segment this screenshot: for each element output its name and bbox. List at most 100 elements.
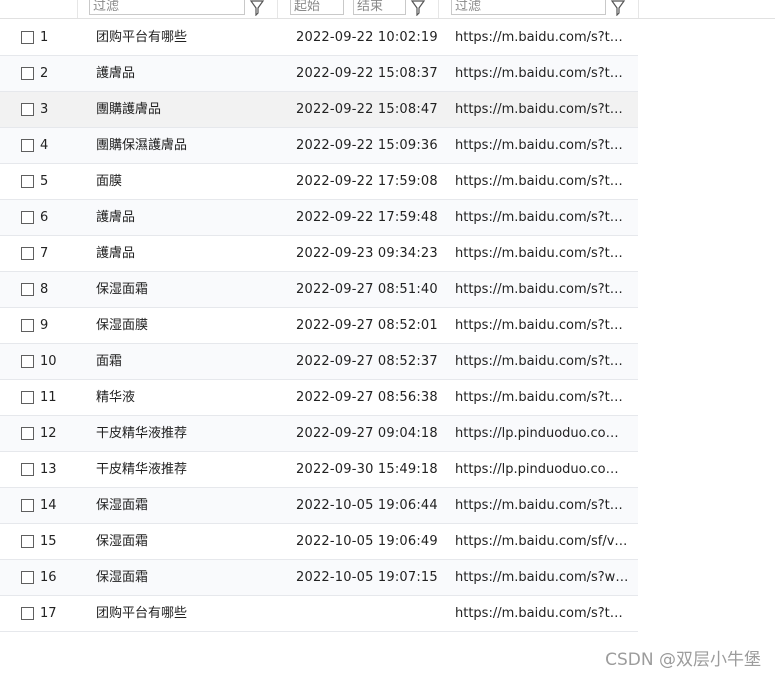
row-time: 2022-09-30 15:49:18	[296, 462, 438, 477]
row-time: 2022-10-05 19:07:15	[296, 570, 438, 585]
row-index: 15	[40, 534, 57, 549]
row-url[interactable]: https://m.baidu.com/sf/vse...	[455, 534, 631, 550]
table-row[interactable]: 13 干皮精华液推荐 2022-09-30 15:49:18 https://lp.p…	[0, 452, 638, 488]
row-time: 2022-10-05 19:06:49	[296, 534, 438, 549]
row-url[interactable]: https://m.baidu.com/s?tn=...	[455, 210, 631, 226]
row-checkbox[interactable]	[21, 31, 34, 44]
row-checkbox[interactable]	[21, 499, 34, 512]
row-url[interactable]: https://lp.pinduoduo.com/...	[455, 462, 631, 478]
history-table: 1 团购平台有哪些 2022-09-22 10:02:19 https://m.bai…	[0, 20, 638, 632]
row-time: 2022-09-27 08:52:37	[296, 354, 438, 369]
table-row[interactable]: 4 團購保濕護膚品 2022-09-22 15:09:36 https://m.bai…	[0, 128, 638, 164]
row-index: 3	[40, 102, 49, 117]
row-url[interactable]: https://m.baidu.com/s?tn=...	[455, 138, 631, 154]
table-row[interactable]: 15 保湿面霜 2022-10-05 19:06:49 https://m.baidu…	[0, 524, 638, 560]
funnel-icon[interactable]	[610, 0, 626, 16]
row-keyword: 精华液	[96, 390, 136, 405]
keyword-filter-input[interactable]: 过滤	[89, 0, 245, 15]
column-separator	[638, 0, 639, 18]
row-checkbox[interactable]	[21, 607, 34, 620]
row-url[interactable]: https://m.baidu.com/s?tn=...	[455, 282, 631, 298]
row-keyword: 護膚品	[96, 66, 136, 81]
table-row[interactable]: 11 精华液 2022-09-27 08:56:38 https://m.baidu.…	[0, 380, 638, 416]
row-url[interactable]: https://m.baidu.com/s?tn=...	[455, 354, 631, 370]
funnel-icon[interactable]	[410, 0, 426, 16]
row-time: 2022-09-22 15:08:37	[296, 66, 438, 81]
table-row[interactable]: 8 保湿面霜 2022-09-27 08:51:40 https://m.baidu.…	[0, 272, 638, 308]
row-time: 2022-10-05 19:06:44	[296, 498, 438, 513]
row-checkbox[interactable]	[21, 247, 34, 260]
row-checkbox[interactable]	[21, 463, 34, 476]
table-row[interactable]: 7 護膚品 2022-09-23 09:34:23 https://m.baidu.c…	[0, 236, 638, 272]
row-keyword: 護膚品	[96, 210, 136, 225]
row-url[interactable]: https://m.baidu.com/s?tn=...	[455, 66, 631, 82]
row-keyword: 保湿面膜	[96, 318, 149, 333]
row-checkbox[interactable]	[21, 283, 34, 296]
funnel-icon[interactable]	[249, 0, 265, 16]
row-keyword: 團購護膚品	[96, 102, 162, 117]
column-separator	[77, 0, 78, 18]
row-index: 5	[40, 174, 49, 189]
row-time: 2022-09-23 09:34:23	[296, 246, 438, 261]
filter-bar: 过滤 起始 结束 过滤	[0, 0, 775, 19]
table-row[interactable]: 9 保湿面膜 2022-09-27 08:52:01 https://m.baidu.…	[0, 308, 638, 344]
row-url[interactable]: https://m.baidu.com/s?tn=...	[455, 390, 631, 406]
row-checkbox[interactable]	[21, 319, 34, 332]
table-row[interactable]: 17 团购平台有哪些 https://m.baidu.com/s?tn=...	[0, 596, 638, 632]
time-start-filter-input[interactable]: 起始	[290, 0, 344, 15]
row-index: 13	[40, 462, 57, 477]
row-time: 2022-09-27 08:51:40	[296, 282, 438, 297]
row-time: 2022-09-22 17:59:08	[296, 174, 438, 189]
row-index: 4	[40, 138, 49, 153]
row-url[interactable]: https://m.baidu.com/s?tn=...	[455, 246, 631, 262]
row-checkbox[interactable]	[21, 427, 34, 440]
column-separator	[438, 0, 439, 18]
row-index: 11	[40, 390, 57, 405]
row-checkbox[interactable]	[21, 67, 34, 80]
table-row[interactable]: 16 保湿面霜 2022-10-05 19:07:15 https://m.baidu…	[0, 560, 638, 596]
row-checkbox[interactable]	[21, 391, 34, 404]
row-keyword: 團購保濕護膚品	[96, 138, 188, 153]
row-url[interactable]: https://m.baidu.com/s?wor...	[455, 570, 631, 586]
row-checkbox[interactable]	[21, 139, 34, 152]
row-url[interactable]: https://m.baidu.com/s?tn=...	[455, 318, 631, 334]
table-row[interactable]: 12 干皮精华液推荐 2022-09-27 09:04:18 https://lp.p…	[0, 416, 638, 452]
table-row[interactable]: 1 团购平台有哪些 2022-09-22 10:02:19 https://m.bai…	[0, 20, 638, 56]
row-index: 9	[40, 318, 49, 333]
time-end-filter-input[interactable]: 结束	[353, 0, 406, 15]
row-index: 6	[40, 210, 49, 225]
table-row[interactable]: 10 面霜 2022-09-27 08:52:37 https://m.baidu.c…	[0, 344, 638, 380]
row-checkbox[interactable]	[21, 355, 34, 368]
row-url[interactable]: https://m.baidu.com/s?tn=...	[455, 606, 631, 622]
row-url[interactable]: https://m.baidu.com/s?tn=...	[455, 498, 631, 514]
row-time: 2022-09-27 08:56:38	[296, 390, 438, 405]
row-index: 17	[40, 606, 57, 621]
table-row[interactable]: 2 護膚品 2022-09-22 15:08:37 https://m.baidu.c…	[0, 56, 638, 92]
row-url[interactable]: https://m.baidu.com/s?tn=...	[455, 174, 631, 190]
row-keyword: 干皮精华液推荐	[96, 462, 188, 477]
row-time: 2022-09-22 15:08:47	[296, 102, 438, 117]
row-index: 8	[40, 282, 49, 297]
row-checkbox[interactable]	[21, 175, 34, 188]
table-row[interactable]: 14 保湿面霜 2022-10-05 19:06:44 https://m.baidu…	[0, 488, 638, 524]
table-row[interactable]: 5 面膜 2022-09-22 17:59:08 https://m.baidu.co…	[0, 164, 638, 200]
row-checkbox[interactable]	[21, 103, 34, 116]
row-url[interactable]: https://m.baidu.com/s?tn=...	[455, 30, 631, 46]
table-row[interactable]: 6 護膚品 2022-09-22 17:59:48 https://m.baidu.c…	[0, 200, 638, 236]
row-checkbox[interactable]	[21, 535, 34, 548]
url-filter-input[interactable]: 过滤	[451, 0, 606, 15]
table-row[interactable]: 3 團購護膚品 2022-09-22 15:08:47 https://m.baidu…	[0, 92, 638, 128]
row-checkbox[interactable]	[21, 211, 34, 224]
row-keyword: 保湿面霜	[96, 498, 149, 513]
row-keyword: 保湿面霜	[96, 282, 149, 297]
row-keyword: 保湿面霜	[96, 570, 149, 585]
row-time: 2022-09-27 09:04:18	[296, 426, 438, 441]
row-checkbox[interactable]	[21, 571, 34, 584]
row-url[interactable]: https://lp.pinduoduo.com/...	[455, 426, 631, 442]
watermark: CSDN @双层小牛堡	[605, 650, 761, 670]
row-keyword: 面霜	[96, 354, 123, 369]
row-index: 2	[40, 66, 49, 81]
row-keyword: 保湿面霜	[96, 534, 149, 549]
row-index: 16	[40, 570, 57, 585]
row-url[interactable]: https://m.baidu.com/s?tn=...	[455, 102, 631, 118]
